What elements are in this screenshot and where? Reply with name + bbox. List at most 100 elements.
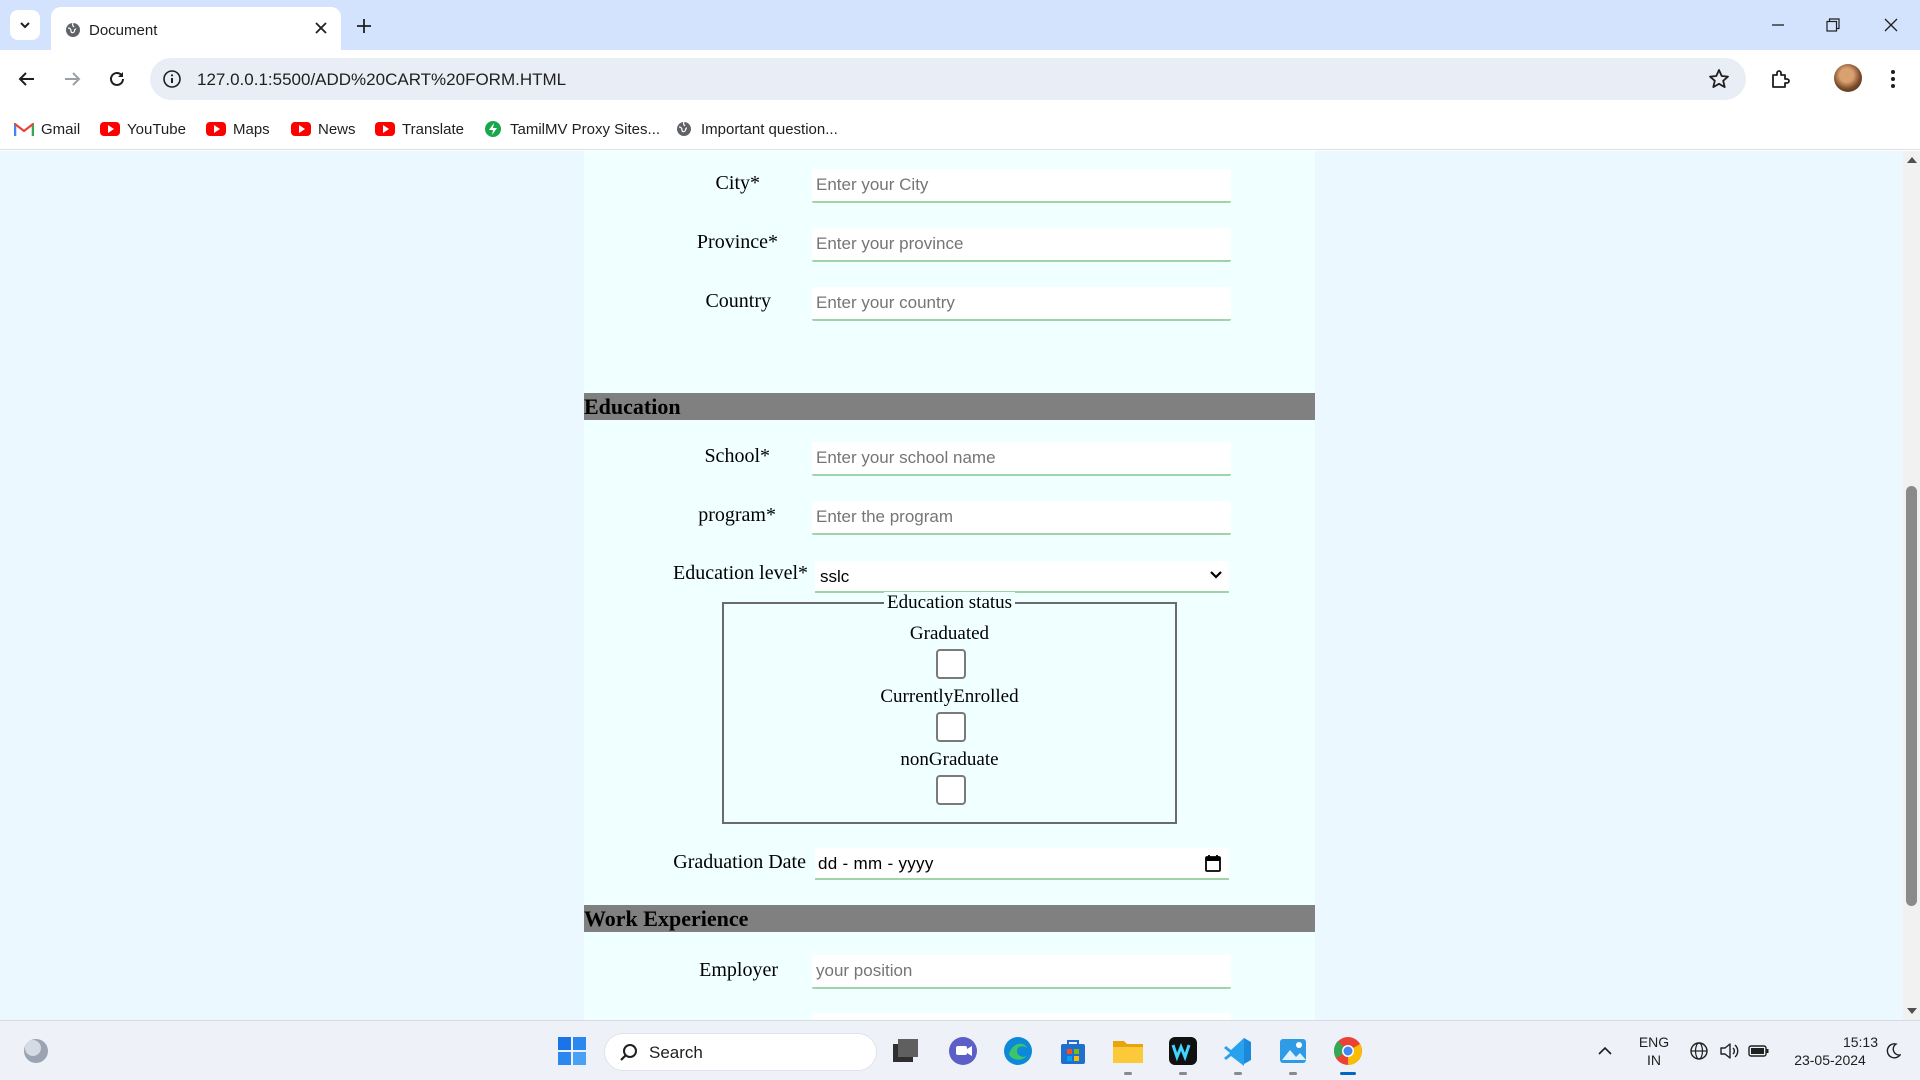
bolt-icon [483, 121, 503, 137]
region-code: IN [1647, 1052, 1661, 1068]
country-label: Country [705, 290, 771, 312]
province-label: Province* [696, 231, 778, 253]
bookmark-star-icon[interactable] [1708, 68, 1730, 90]
graduation-date-input[interactable]: dd - mm - yyyy [815, 848, 1229, 880]
next-field-input[interactable] [812, 1013, 1231, 1020]
task-view-button[interactable] [886, 1031, 926, 1071]
country-input[interactable] [812, 287, 1231, 321]
bookmark-gmail[interactable]: Gmail [14, 119, 80, 139]
folder-icon [1113, 1041, 1143, 1063]
reload-button[interactable] [100, 62, 134, 96]
education-heading: Education [584, 394, 681, 419]
tab-strip: Document [0, 0, 1920, 50]
employer-label: Employer [699, 959, 778, 981]
file-explorer-button[interactable] [1108, 1031, 1148, 1075]
scroll-up-arrow-icon[interactable] [1907, 157, 1917, 163]
puzzle-icon [1772, 70, 1790, 88]
moon-icon [1886, 1043, 1901, 1059]
speaker-icon [1720, 1043, 1739, 1059]
vscode-button[interactable] [1218, 1031, 1258, 1075]
bookmark-maps[interactable]: Maps [206, 119, 270, 139]
youtube-icon [100, 121, 120, 137]
tab-document[interactable]: Document [51, 7, 341, 50]
currently-enrolled-checkbox[interactable] [936, 712, 966, 742]
graduated-label: Graduated [909, 623, 990, 644]
non-graduate-checkbox[interactable] [936, 775, 966, 805]
chrome-button[interactable] [1328, 1031, 1368, 1075]
browser-menu-button[interactable] [1880, 66, 1906, 92]
search-icon [620, 1044, 637, 1061]
tab-title: Document [89, 22, 158, 39]
task-view-icon [893, 1039, 918, 1062]
network-button[interactable] [1686, 1031, 1712, 1071]
language-indicator[interactable]: ENG IN [1634, 1033, 1674, 1069]
page-scrollbar[interactable] [1903, 151, 1920, 1020]
school-input[interactable] [812, 442, 1231, 476]
bookmarks-bar: Gmail YouTube Maps News Translate TamilM… [0, 108, 1920, 150]
plus-icon [357, 19, 371, 33]
bookmark-important-question[interactable]: Important question... [674, 119, 838, 139]
restore-button[interactable] [1818, 10, 1848, 40]
education-level-select[interactable]: sslc [815, 561, 1229, 593]
youtube-icon [291, 121, 311, 137]
new-tab-button[interactable] [350, 12, 378, 40]
gmail-icon [14, 121, 34, 137]
close-window-button[interactable] [1876, 10, 1906, 40]
photos-button[interactable] [1273, 1031, 1313, 1075]
webex-button[interactable] [1163, 1031, 1203, 1075]
notifications-button[interactable] [1880, 1031, 1906, 1071]
bookmark-label: Maps [233, 120, 270, 138]
clock-date: 23-05-2024 [1794, 1052, 1866, 1068]
weather-icon [24, 1039, 48, 1063]
browser-toolbar: 127.0.0.1:5500/ADD%20CART%20FORM.HTML [0, 50, 1920, 108]
bookmark-translate[interactable]: Translate [375, 119, 464, 139]
chrome-icon [1334, 1037, 1362, 1065]
extensions-button[interactable] [1768, 66, 1794, 92]
profile-avatar[interactable] [1834, 64, 1862, 92]
clock-time: 15:13 [1842, 1034, 1878, 1050]
calendar-icon[interactable] [1205, 854, 1221, 872]
back-button[interactable] [10, 62, 44, 96]
forward-button[interactable] [55, 62, 89, 96]
photos-icon [1280, 1039, 1306, 1063]
work-experience-section-header: Work Experience [584, 905, 1315, 932]
widgets-button[interactable] [16, 1031, 56, 1071]
city-input[interactable] [812, 169, 1231, 203]
school-label: School* [704, 445, 770, 467]
reload-icon [110, 71, 124, 86]
education-section-header: Education [584, 393, 1315, 420]
globe-network-icon [1690, 1042, 1708, 1060]
bookmark-label: Translate [402, 120, 464, 138]
start-button[interactable] [552, 1031, 592, 1071]
volume-button[interactable] [1716, 1031, 1742, 1071]
store-button[interactable] [1053, 1031, 1093, 1071]
scrollbar-thumb[interactable] [1906, 486, 1917, 906]
minimize-button[interactable] [1763, 10, 1793, 40]
edge-button[interactable] [998, 1031, 1038, 1071]
teams-chat-button[interactable] [943, 1031, 983, 1071]
address-bar[interactable]: 127.0.0.1:5500/ADD%20CART%20FORM.HTML [150, 58, 1746, 100]
bookmark-label: TamilMV Proxy Sites... [510, 120, 661, 138]
employer-input[interactable] [812, 955, 1231, 989]
close-tab-icon[interactable] [309, 16, 333, 40]
show-hidden-icons-button[interactable] [1590, 1031, 1620, 1071]
tab-search-button[interactable] [10, 10, 40, 40]
bookmark-tamilmv[interactable]: TamilMV Proxy Sites... [483, 119, 660, 139]
bookmark-label: Gmail [41, 120, 81, 138]
page-viewport: City* Province* Country Education School… [0, 151, 1920, 1020]
graduated-checkbox[interactable] [936, 649, 966, 679]
scroll-down-arrow-icon[interactable] [1907, 1008, 1917, 1014]
clock[interactable]: 15:13 23-05-2024 [1782, 1033, 1878, 1069]
battery-button[interactable] [1746, 1031, 1772, 1071]
taskbar-search[interactable]: Search [604, 1033, 877, 1071]
currently-enrolled-label: CurrentlyEnrolled [880, 686, 1019, 707]
url-text[interactable]: 127.0.0.1:5500/ADD%20CART%20FORM.HTML [197, 70, 566, 90]
province-input[interactable] [812, 228, 1231, 262]
city-label: City* [715, 172, 760, 194]
education-status-fieldset: Education status Graduated CurrentlyEnro… [722, 592, 1177, 824]
bookmark-label: News [318, 120, 356, 138]
bookmark-youtube[interactable]: YouTube [100, 119, 186, 139]
site-info-icon[interactable] [162, 69, 182, 89]
program-input[interactable] [812, 501, 1231, 535]
bookmark-news[interactable]: News [291, 119, 356, 139]
